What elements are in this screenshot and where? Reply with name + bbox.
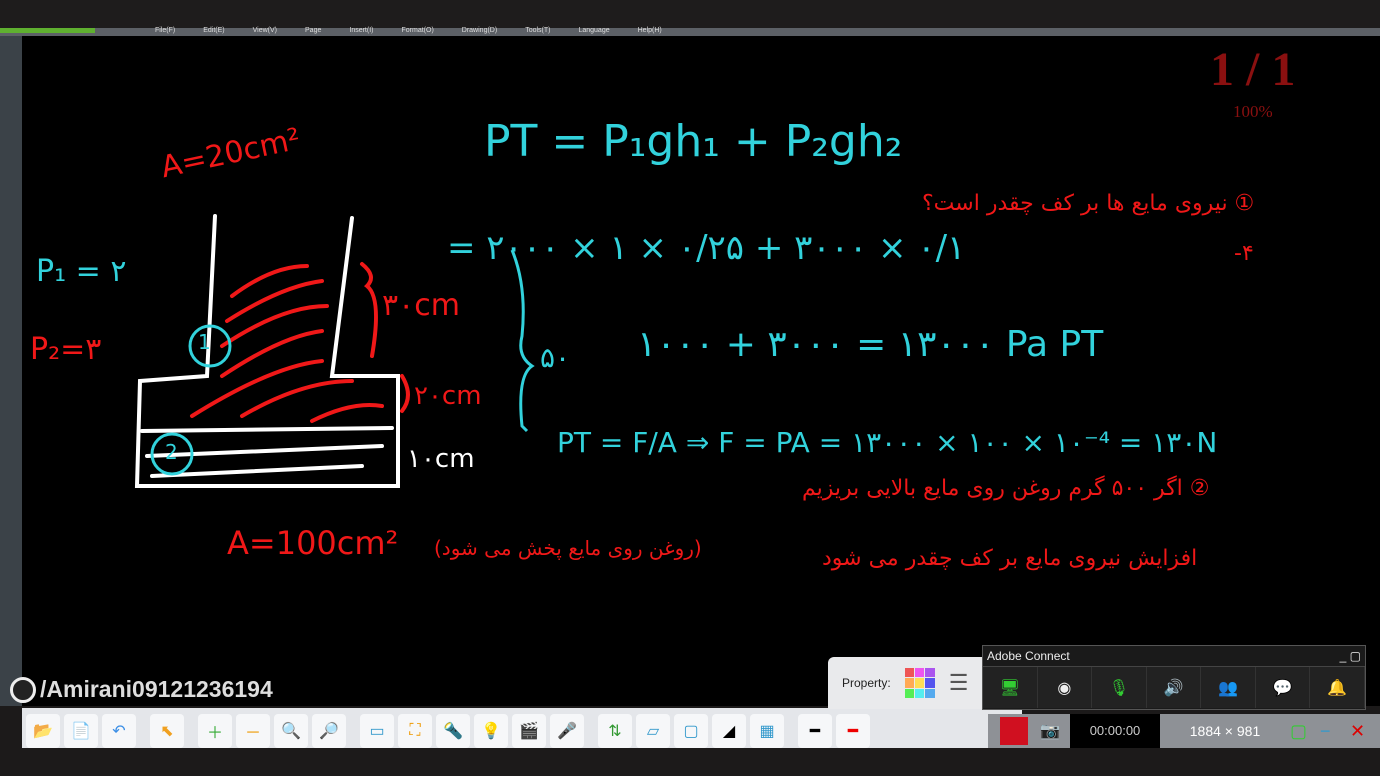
p1-label: P₁ = ۲ [36,254,127,289]
pointer-arrow-icon[interactable]: ⬉ [150,714,184,748]
undo-icon[interactable]: ↶ [102,714,136,748]
screen-icon[interactable]: ▭ [360,714,394,748]
bottom-frame [0,748,1380,776]
menu-insert[interactable]: Insert(I) [349,27,373,36]
height-20cm: ۲۰cm [414,381,482,411]
left-sidebar [0,36,22,706]
region-1-marker: 1 [198,330,211,354]
property-panel: Property: ☰ [828,657,982,709]
minimize-button[interactable]: − [1320,721,1350,742]
table-icon[interactable]: ▦ [750,714,784,748]
menu-page[interactable]: Page [305,27,321,36]
pressure-equation: PT = P₁gh₁ + P₂gh₂ [484,116,903,167]
window-controls[interactable]: _ ▢ [1340,649,1361,663]
eraser-icon[interactable]: ◢ [712,714,746,748]
copy-page-icon[interactable]: 📄 [64,714,98,748]
menu-language[interactable]: Language [578,27,609,36]
page-indicator: 1 / 1 [1210,43,1296,96]
eq3-prefix: ۵۰ [540,341,571,374]
p2-label: P₂=۳ [30,332,102,367]
substitution-line: = ۲۰۰۰ × ۱ × ۰/۲۵ + ۳۰۰۰ × ۰/۱ [447,228,966,268]
attendees-icon[interactable]: 👥 [1201,667,1256,708]
bottom-toolbar: 📂 📄 ↶ ⬉ ＋ － 🔍 🔎 ▭ ⛶ 🔦 💡 🎬 🎤 ⇅ ▱ ▢ ◢ ▦ ━ … [22,708,1022,748]
camera-icon[interactable]: 📷 [1040,721,1070,741]
record-timer: 00:00:00 [1070,714,1160,748]
remove-page-icon[interactable]: － [236,714,270,748]
menu-edit[interactable]: Edit(E) [203,27,224,36]
microphone-icon[interactable]: 🎙 [1092,667,1147,708]
oil-note: (روغن روی مایع پخش می شود) [434,536,702,560]
question-2: ② اگر ۵۰۰ گرم روغن روی مایع بالایی بریزی… [802,476,1210,501]
line-width-icon[interactable]: ☰ [949,670,969,696]
flashlight-icon[interactable]: 🔦 [436,714,470,748]
title-bar [0,0,1380,28]
force-equation: PT = F/A ⇒ F = PA = ۱۳۰۰۰ × ۱۰۰ × ۱۰⁻⁴ =… [557,426,1218,459]
menu-view[interactable]: View(V) [253,27,277,36]
menu-drawing[interactable]: Drawing(D) [462,27,497,36]
fullscreen-icon[interactable]: ⛶ [398,714,432,748]
resolution-readout: 1884 × 981 [1189,723,1261,739]
menu-file[interactable]: File(F) [155,27,175,36]
swap-icon[interactable]: ⇅ [598,714,632,748]
film-reel-icon [10,676,36,703]
window-icon[interactable]: ▢ [674,714,708,748]
menu-help[interactable]: Help(H) [638,27,662,36]
watermark-text: /Amirani09121236194 [40,676,273,702]
speaker-icon[interactable]: 🔊 [1147,667,1202,708]
menu-format[interactable]: Format(O) [402,27,434,36]
adobe-connect-title: Adobe Connect [987,649,1070,663]
bell-icon[interactable]: 🔔 [1310,667,1366,708]
red-line-pen[interactable]: ━ [836,714,870,748]
height-10cm: ۱۰cm [407,444,475,474]
menu-accent [0,28,95,33]
lamp-icon[interactable]: 💡 [474,714,508,748]
maximize-button[interactable]: ▢ [1290,721,1320,742]
property-label: Property: [842,676,891,690]
black-line-pen[interactable]: ━ [798,714,832,748]
sum-result: ۱۰۰۰ + ۳۰۰۰ = ۱۳۰۰۰ Pa PT [637,324,1104,365]
menu-bar: File(F) Edit(E) View(V) Page Insert(I) F… [0,27,1380,36]
stop-record-button[interactable] [1000,717,1028,745]
watermark: /Amirani09121236194 [10,676,273,703]
region-2-marker: 2 [165,440,178,464]
zoom-level: 100% [1233,102,1273,121]
open-folder-icon[interactable]: 📂 [26,714,60,748]
exponent-note: -۴ [1234,241,1254,266]
adobe-connect-panel: Adobe Connect _ ▢ 🖥 ◉ 🎙 🔊 👥 💬 🔔 [982,645,1366,710]
clapperboard-icon[interactable]: 🎬 [512,714,546,748]
menu-tools[interactable]: Tools(T) [525,27,550,36]
recorder-bar: 📷 00:00:00 1884 × 981 ▢ − ✕ [988,714,1380,748]
screenshot-icon[interactable]: ▱ [636,714,670,748]
zoom-in-icon[interactable]: 🔍 [274,714,308,748]
microphone-icon[interactable]: 🎤 [550,714,584,748]
bottom-area-label: A=100cm² [227,524,399,562]
share-screen-icon[interactable]: 🖥 [983,667,1038,708]
question-1: ① نیروی مایع ها بر کف چقدر است؟ [922,191,1255,216]
chat-icon[interactable]: 💬 [1256,667,1311,708]
height-30cm: ۳۰cm [382,288,460,323]
color-palette-icon[interactable] [904,668,935,698]
webcam-icon[interactable]: ◉ [1038,667,1093,708]
whiteboard-canvas[interactable]: A=20cm² P₁ = ۲ P₂=۳ 1 2 ۳۰cm ۲۰cm ۱۰cm A… [22,36,1380,706]
close-button[interactable]: ✕ [1350,721,1380,742]
zoom-out-icon[interactable]: 🔎 [312,714,346,748]
add-page-icon[interactable]: ＋ [198,714,232,748]
question-2-cont: افزایش نیروی مایع بر کف چقدر می شود [822,546,1198,571]
